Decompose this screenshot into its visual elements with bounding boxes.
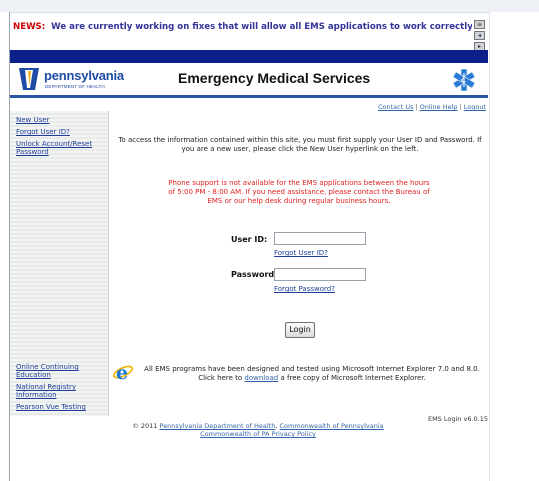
online-help-link[interactable]: Online Help <box>420 103 458 111</box>
commonwealth-pa-link[interactable]: Commonwealth of Pennsylvania <box>280 422 384 430</box>
internet-explorer-icon[interactable]: e <box>112 361 134 383</box>
contact-us-link[interactable]: Contact Us <box>378 103 414 111</box>
login-button[interactable]: Login <box>285 322 315 338</box>
sidebar-item-new-user[interactable]: New User <box>10 116 104 124</box>
logo-name: pennsylvania <box>44 68 124 83</box>
pa-doh-link[interactable]: Pennsylvania Department of Health <box>160 422 276 430</box>
footer-comma: , <box>275 422 278 430</box>
star-of-life-icon <box>451 67 477 93</box>
browser-note-suffix: a free copy of Microsoft Internet Explor… <box>280 374 426 382</box>
window-top-edge <box>0 0 539 13</box>
logo-subtitle: DEPARTMENT OF HEALTH <box>45 84 105 89</box>
sidebar-item-unlock-account[interactable]: Unlock Account/Reset Password <box>10 140 96 156</box>
version-label: EMS Login v6.0.15 <box>427 415 488 423</box>
main-content: To access the information contained with… <box>110 111 488 471</box>
news-ticker: NEWS: We are currently working on fixes t… <box>10 16 472 38</box>
phone-support-notice: Phone support is not available for the E… <box>168 179 430 205</box>
site-header: pennsylvania DEPARTMENT OF HEALTH Emerge… <box>10 63 488 98</box>
browser-note: All EMS programs have been designed and … <box>136 365 488 383</box>
page-title: Emergency Medical Services <box>178 70 371 86</box>
forgot-password-link[interactable]: Forgot Password? <box>274 285 335 293</box>
news-nav-prev-icon[interactable]: ◂ <box>474 31 485 40</box>
user-id-label: User ID: <box>231 235 268 244</box>
copyright-text: © 2011 <box>132 422 158 430</box>
password-input[interactable] <box>274 268 366 281</box>
sidebar-item-national-registry[interactable]: National Registry Information <box>10 383 82 399</box>
news-text: We are currently working on fixes that w… <box>51 22 472 32</box>
window-left-edge <box>0 12 10 481</box>
page-footer: © 2011 Pennsylvania Department of Health… <box>110 422 406 438</box>
browser-note-line-2: Click here to download a free copy of Mi… <box>136 374 488 383</box>
password-label: Password: <box>231 270 278 279</box>
intro-text: To access the information contained with… <box>118 136 482 153</box>
download-ie-link[interactable]: download <box>244 374 278 382</box>
pa-keystone-logo <box>19 68 39 90</box>
news-nav-up-icon[interactable]: ≡ <box>474 20 485 29</box>
user-id-input[interactable] <box>274 232 366 245</box>
utility-links: Contact Us | Online Help | Logout <box>378 103 486 111</box>
browser-note-prefix: Click here to <box>198 374 243 382</box>
sidebar-item-pearson-vue[interactable]: Pearson Vue Testing <box>10 403 104 411</box>
news-controls: ≡ ◂ ▸ <box>474 20 486 52</box>
link-separator: | <box>459 103 462 111</box>
sidebar-item-forgot-user-id[interactable]: Forgot User ID? <box>10 128 104 136</box>
link-separator: | <box>415 103 418 111</box>
svg-text:e: e <box>116 362 128 383</box>
privacy-policy-link[interactable]: Commonwealth of PA Privacy Policy <box>200 430 316 438</box>
window-right-edge <box>489 12 539 481</box>
logout-link[interactable]: Logout <box>464 103 486 111</box>
news-label: NEWS: <box>13 22 46 32</box>
footer-line-1: © 2011 Pennsylvania Department of Health… <box>110 422 406 430</box>
header-band <box>10 50 488 63</box>
sidebar: New User Forgot User ID? Unlock Account/… <box>10 111 109 416</box>
pa-doh-logo[interactable]: pennsylvania DEPARTMENT OF HEALTH <box>16 66 126 93</box>
footer-line-2: Commonwealth of PA Privacy Policy <box>110 430 406 438</box>
forgot-user-id-link[interactable]: Forgot User ID? <box>274 249 328 257</box>
sidebar-item-online-education[interactable]: Online Continuing Education <box>10 363 82 379</box>
browser-note-line-1: All EMS programs have been designed and … <box>144 365 480 373</box>
